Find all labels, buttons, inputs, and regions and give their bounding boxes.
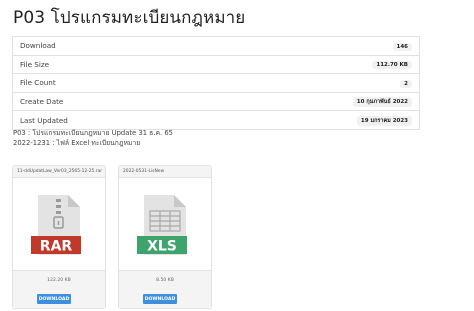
info-row-download: Download 146	[13, 37, 420, 56]
info-label: File Size	[12, 54, 200, 74]
rar-file-icon: RAR	[31, 195, 81, 255]
info-value-badge: 112.70 KB	[372, 61, 412, 70]
file-info-table: Download 146 File Size 112.70 KB File Co…	[12, 36, 420, 130]
file-size: 122.20 KB	[47, 278, 71, 283]
file-type-label: XLS	[147, 239, 177, 255]
xls-file-icon: XLS	[137, 195, 187, 255]
file-name: 2022-0531-LisNew	[119, 166, 211, 178]
file-card-rar: 11-ddUpdatLaw_Ver03_2565-12-25.rar RAR 1…	[12, 165, 106, 309]
info-row-last-updated: Last Updated 19 มกราคม 2023	[12, 110, 420, 130]
card-footer: 122.20 KB DOWNLOAD	[13, 270, 105, 308]
info-row-file-size: File Size 112.70 KB	[12, 54, 420, 74]
file-description: P03 : โปรแกรมทะเบียนกฎหมาย Update 31 ธ.ค…	[13, 128, 173, 148]
description-line: 2022-1231 : ไฟล์ Excel ทะเบียนกฎหมาย	[13, 139, 141, 147]
info-label: File Count	[12, 73, 200, 93]
info-row-file-count: File Count 2	[12, 73, 420, 93]
info-label: Download	[20, 41, 56, 51]
info-value-badge: 2	[400, 79, 412, 88]
info-label: Last Updated	[12, 110, 200, 130]
info-value-badge: 19 มกราคม 2023	[356, 115, 412, 126]
page-title: P03 โปรแกรมทะเบียนกฎหมาย	[13, 8, 246, 28]
file-type-label: RAR	[40, 239, 73, 255]
info-label: Create Date	[12, 91, 200, 111]
file-name: 11-ddUpdatLaw_Ver03_2565-12-25.rar	[13, 166, 105, 178]
info-value-badge: 146	[392, 42, 412, 51]
card-footer: 8.50 KB DOWNLOAD	[119, 270, 211, 308]
download-button[interactable]: DOWNLOAD	[37, 294, 71, 304]
info-value-badge: 10 กุมภาพันธ์ 2022	[352, 97, 412, 108]
file-card-xls: 2022-0531-LisNew XLS 8.50 KB DOWNLOAD	[118, 165, 212, 309]
file-size: 8.50 KB	[156, 278, 174, 283]
description-line: P03 : โปรแกรมทะเบียนกฎหมาย Update 31 ธ.ค…	[13, 129, 174, 137]
info-row-create-date: Create Date 10 กุมภาพันธ์ 2022	[12, 91, 420, 111]
download-button[interactable]: DOWNLOAD	[143, 294, 177, 304]
